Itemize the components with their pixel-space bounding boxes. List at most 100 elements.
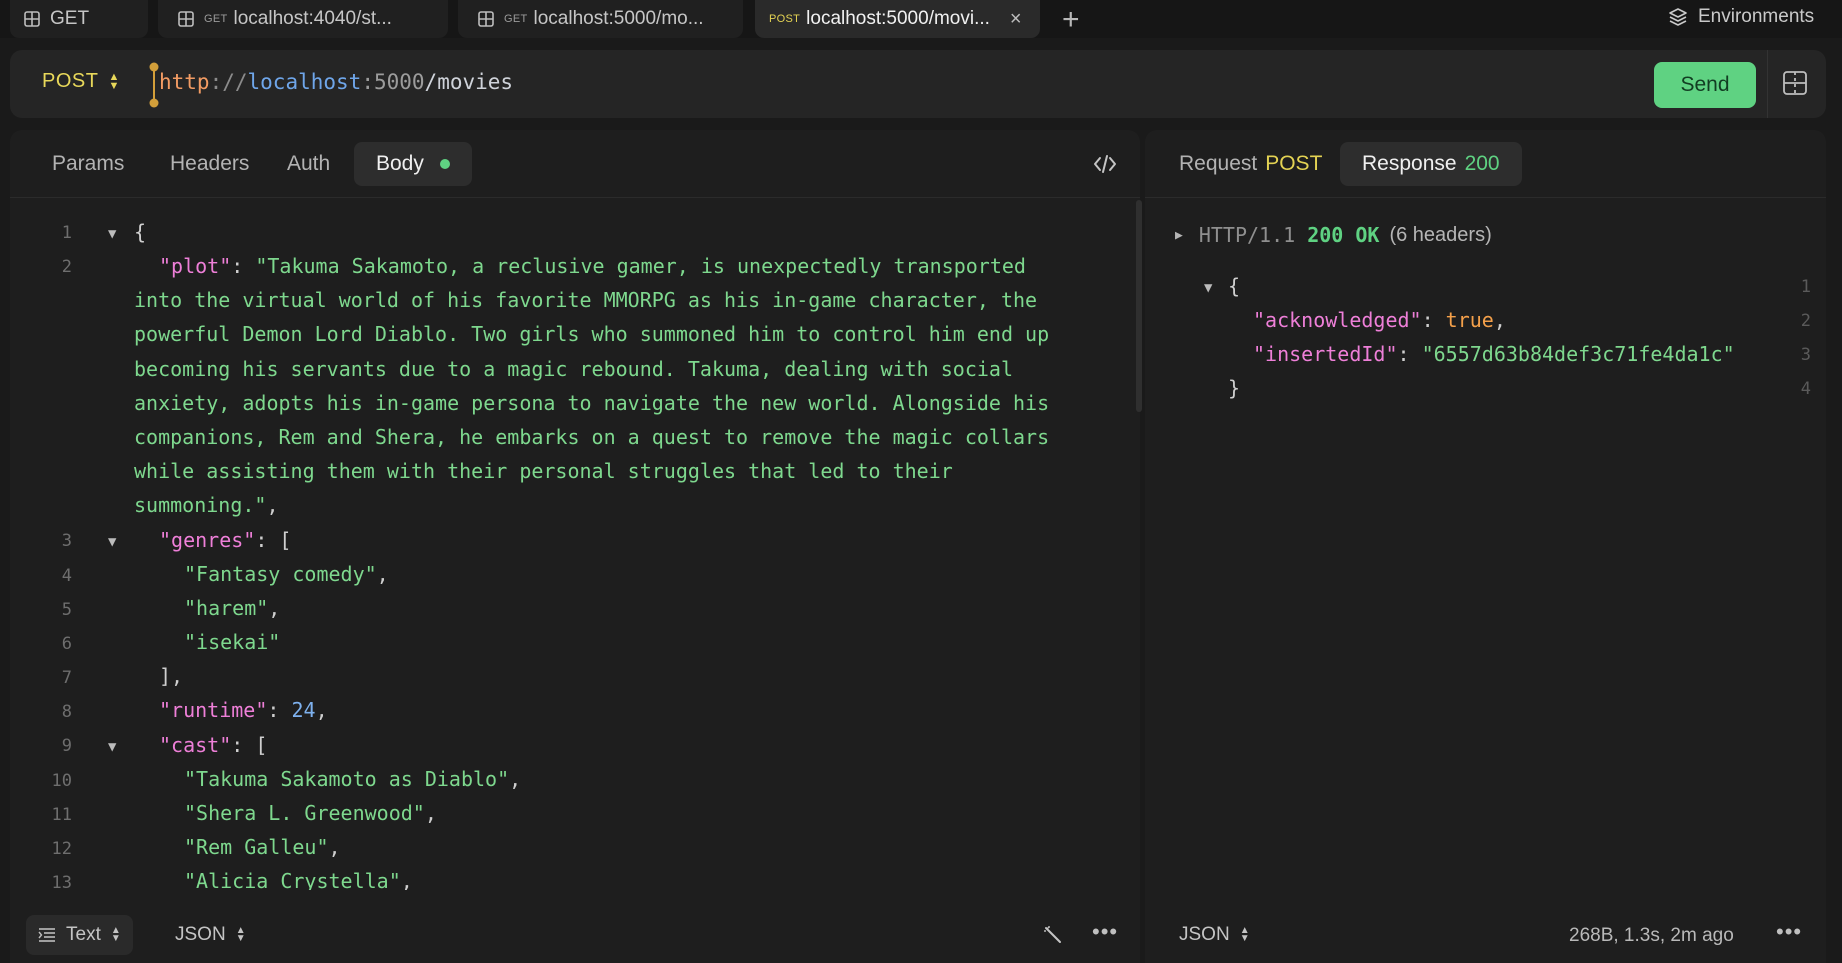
url-colon: : bbox=[361, 70, 374, 94]
mode-label: Text bbox=[66, 924, 101, 945]
code-line: "insertedId": "6557d63b84def3c71fe4da1c" bbox=[1253, 342, 1735, 366]
code-line: { bbox=[1228, 274, 1241, 298]
code-line: "Rem Galleu", bbox=[184, 835, 341, 859]
tab-params[interactable]: Params bbox=[30, 142, 146, 186]
code-line: anxiety, adopts his in-game persona to n… bbox=[134, 391, 1050, 415]
code-line: "Alicia Crystella", bbox=[184, 869, 413, 890]
close-icon[interactable]: × bbox=[1010, 8, 1022, 31]
sidebar-toggle-icon[interactable] bbox=[1782, 70, 1808, 96]
format-label: JSON bbox=[1179, 924, 1230, 945]
request-panel: Params Headers Auth Body 1 2 3 4 5 6 7 8… bbox=[10, 130, 1142, 963]
environments-button[interactable]: Environments bbox=[1668, 6, 1814, 28]
line-number: 9 bbox=[61, 736, 72, 756]
grid-icon bbox=[478, 11, 494, 27]
editor-scrollbar[interactable] bbox=[1136, 200, 1142, 412]
line-number: 7 bbox=[61, 668, 72, 688]
tab-label: Request bbox=[1179, 152, 1258, 175]
tab-label: Body bbox=[376, 152, 424, 175]
tab-label: localhost:5000/mo... bbox=[533, 8, 704, 29]
format-label: JSON bbox=[175, 924, 226, 945]
method-badge: POST bbox=[1265, 152, 1323, 175]
format-select[interactable]: JSON ▲ ▼ bbox=[175, 915, 246, 955]
code-line: "acknowledged": true, bbox=[1253, 308, 1506, 332]
tab-body[interactable]: Body bbox=[354, 142, 472, 186]
body-editor[interactable]: 1 2 3 4 5 6 7 8 9 10 11 12 13 ▼ ▼ ▼ { "p… bbox=[10, 200, 1135, 890]
line-number: 8 bbox=[61, 702, 72, 722]
line-number: 1 bbox=[61, 223, 72, 243]
code-icon[interactable] bbox=[1093, 154, 1117, 174]
code-line: powerful Demon Lord Diablo. Two girls wh… bbox=[134, 322, 1050, 346]
tab-strip: GET GET localhost:4040/st... GET localho… bbox=[0, 0, 1842, 38]
line-number: 4 bbox=[1800, 379, 1811, 399]
method-select[interactable]: POST ▲ ▼ bbox=[42, 70, 120, 93]
magic-wand-icon[interactable] bbox=[1043, 925, 1063, 945]
url-path: /movies bbox=[424, 70, 514, 94]
fold-toggle-icon[interactable]: ▼ bbox=[108, 534, 116, 550]
text-mode-select[interactable]: Text ▲ ▼ bbox=[26, 915, 133, 955]
tab-label: Headers bbox=[170, 152, 250, 175]
line-number: 10 bbox=[51, 771, 72, 791]
url-input[interactable]: http://localhost:5000/movies bbox=[159, 70, 513, 94]
grid-icon bbox=[24, 11, 40, 27]
fold-toggle-icon[interactable]: ▼ bbox=[108, 226, 116, 242]
request-footer: Text ▲ ▼ JSON ▲ ▼ ••• bbox=[10, 907, 1140, 963]
line-number: 2 bbox=[1800, 311, 1811, 331]
code-line: "Fantasy comedy", bbox=[184, 562, 389, 586]
line-number: 3 bbox=[61, 531, 72, 551]
send-button[interactable]: Send bbox=[1654, 62, 1756, 108]
code-line: "runtime": 24, bbox=[159, 698, 328, 722]
line-number: 13 bbox=[51, 873, 72, 890]
response-meta: 268B, 1.3s, 2m ago bbox=[1569, 925, 1734, 946]
tab-request[interactable]: Request POST bbox=[1157, 142, 1344, 186]
layers-icon bbox=[1669, 8, 1687, 26]
request-tab-5000-post[interactable]: POST localhost:5000/movi... × bbox=[755, 0, 1040, 38]
request-tab-5000-get[interactable]: GET localhost:5000/mo... bbox=[458, 0, 743, 38]
request-tab-get[interactable]: GET bbox=[10, 0, 148, 38]
code-line: "plot": "Takuma Sakamoto, a reclusive ga… bbox=[159, 254, 1026, 278]
code-line: "genres": [ bbox=[159, 528, 292, 552]
line-number: 5 bbox=[61, 600, 72, 620]
url-host: localhost bbox=[247, 70, 362, 94]
line-number: 3 bbox=[1800, 345, 1811, 365]
tab-method: GET bbox=[204, 13, 228, 25]
sort-arrows-icon: ▲ ▼ bbox=[235, 925, 246, 944]
response-panel: Request POST Response 200 ▶ HTTP/1.1 200… bbox=[1145, 130, 1826, 963]
tab-auth[interactable]: Auth bbox=[265, 142, 352, 186]
code-line: { bbox=[134, 220, 147, 244]
response-footer: JSON ▲ ▼ 268B, 1.3s, 2m ago ••• bbox=[1145, 907, 1826, 963]
request-tab-4040[interactable]: GET localhost:4040/st... bbox=[158, 0, 448, 38]
fold-toggle-icon[interactable]: ▼ bbox=[1204, 280, 1212, 296]
fold-toggle-icon[interactable]: ▼ bbox=[108, 739, 116, 755]
code-line: "harem", bbox=[184, 596, 281, 620]
code-line: } bbox=[1228, 376, 1241, 400]
code-line: summoning.", bbox=[134, 493, 279, 517]
url-port: 5000 bbox=[373, 70, 425, 94]
line-number: 11 bbox=[51, 805, 72, 825]
method-label: POST bbox=[42, 70, 99, 92]
divider bbox=[1767, 50, 1768, 118]
line-number: 6 bbox=[61, 634, 72, 654]
more-icon[interactable]: ••• bbox=[1092, 919, 1118, 945]
tab-label: localhost:4040/st... bbox=[233, 8, 392, 29]
response-format-select[interactable]: JSON ▲ ▼ bbox=[1179, 915, 1250, 955]
modified-dot bbox=[439, 159, 450, 169]
code-line: ], bbox=[159, 664, 184, 688]
status-code: 200 bbox=[1307, 223, 1344, 247]
sort-arrows-icon: ▲ ▼ bbox=[1239, 925, 1250, 944]
code-line: while assisting them with their personal… bbox=[134, 459, 953, 483]
http-protocol: HTTP/1.1 bbox=[1198, 223, 1296, 247]
list-indent-icon bbox=[38, 928, 55, 942]
more-icon[interactable]: ••• bbox=[1776, 919, 1802, 945]
line-number: 4 bbox=[61, 566, 72, 586]
tab-label: localhost:5000/movi... bbox=[806, 8, 990, 29]
status-line[interactable]: ▶ HTTP/1.1 200 OK (6 headers) bbox=[1175, 223, 1492, 247]
expand-icon: ▶ bbox=[1175, 227, 1183, 243]
tab-response[interactable]: Response 200 bbox=[1340, 142, 1522, 186]
new-tab-button[interactable]: + bbox=[1062, 3, 1080, 37]
tab-headers[interactable]: Headers bbox=[148, 142, 271, 186]
environments-label: Environments bbox=[1698, 6, 1815, 27]
response-tabs: Request POST Response 200 bbox=[1145, 130, 1826, 198]
grid-icon bbox=[178, 11, 194, 27]
headers-count: (6 headers) bbox=[1389, 223, 1492, 246]
response-viewer[interactable]: ▼ { "acknowledged": true, "insertedId": … bbox=[1145, 270, 1826, 890]
